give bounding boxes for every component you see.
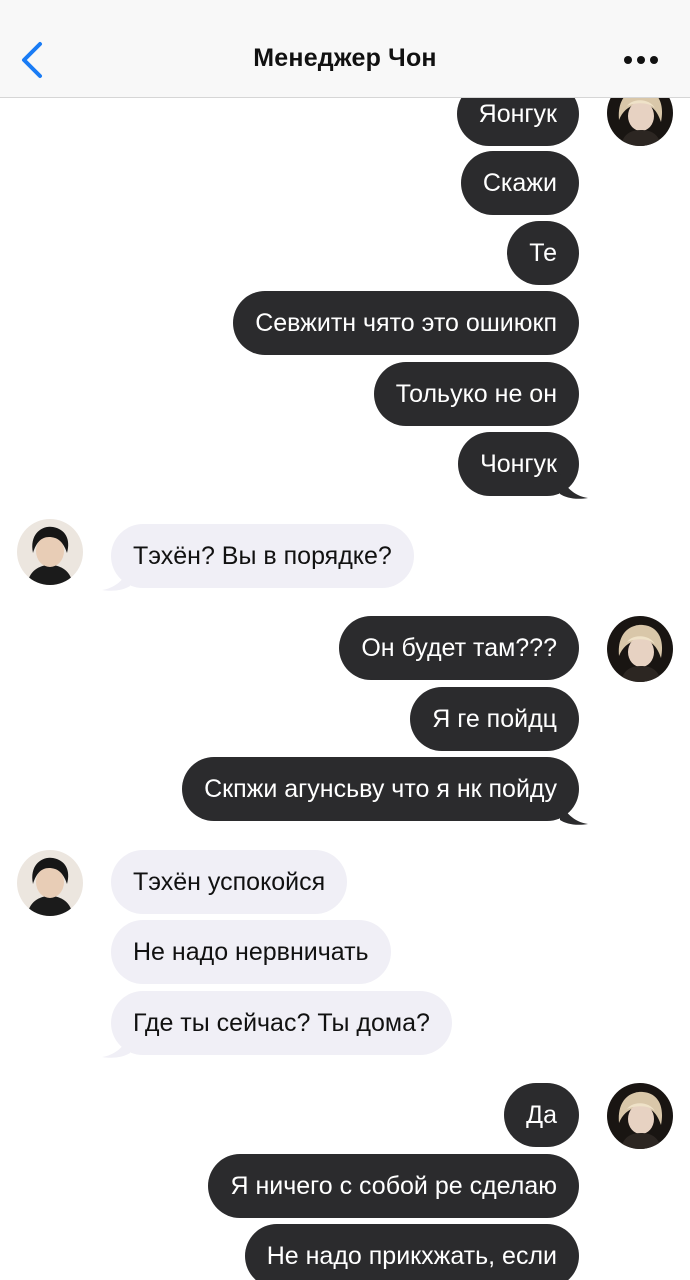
message-bubble-incoming[interactable]: Тэхён успокойся	[111, 850, 348, 914]
message-text: Да	[526, 1100, 557, 1129]
message-bubble-outgoing[interactable]: Я ге пойдц	[410, 687, 579, 751]
my-avatar[interactable]	[607, 1083, 673, 1149]
message-bubble-outgoing[interactable]: Севжитн чято это ошиюкп	[233, 291, 579, 355]
message-text: Где ты сейчас? Ты дома?	[133, 1008, 430, 1037]
message-text: Тольуко не он	[395, 379, 557, 408]
my-avatar[interactable]	[607, 98, 673, 146]
message-text: Не надо нервничать	[133, 937, 369, 966]
avatar-photo	[607, 98, 673, 146]
message-text: Те	[529, 238, 557, 267]
chat-header: Менеджер Чон	[0, 0, 690, 98]
message-bubble-outgoing[interactable]: Яонгук	[456, 98, 579, 146]
avatar-photo	[17, 519, 83, 585]
message-text: Чонгук	[480, 449, 557, 478]
message-bubble-outgoing[interactable]: Скажи	[460, 151, 579, 215]
my-avatar[interactable]	[607, 616, 673, 682]
message-bubble-outgoing[interactable]: Те	[507, 221, 579, 285]
more-options-button[interactable]	[622, 48, 662, 72]
message-bubble-outgoing[interactable]: Он будет там???	[339, 616, 579, 680]
message-bubble-outgoing[interactable]: Скпжи агунсьву что я нк пойду	[182, 757, 579, 821]
message-bubble-incoming[interactable]: Не надо нервничать	[111, 920, 391, 984]
ellipsis-icon	[624, 56, 658, 64]
avatar-photo	[607, 616, 673, 682]
bubble-tail	[560, 474, 588, 499]
message-bubble-outgoing[interactable]: Не надо прикхжать, если	[244, 1224, 579, 1280]
message-text: Яонгук	[478, 99, 557, 128]
manager-avatar[interactable]	[17, 519, 83, 585]
message-list[interactable]: Яонгук Скажи Те Севжитн чято это ошиюкп …	[0, 98, 690, 1280]
avatar-photo	[607, 1083, 673, 1149]
chat-title: Менеджер Чон	[253, 44, 437, 72]
bubble-tail	[102, 566, 130, 591]
bubble-tail	[102, 1033, 130, 1058]
avatar-photo	[17, 850, 83, 916]
message-text: Он будет там???	[361, 633, 557, 662]
message-bubble-outgoing[interactable]: Я ничего с собой ре сделаю	[208, 1154, 579, 1218]
message-text: Севжитн чято это ошиюкп	[255, 308, 557, 337]
message-text: Не надо прикхжать, если	[266, 1241, 557, 1270]
message-text: Тэхён? Вы в порядке?	[133, 541, 392, 570]
message-bubble-incoming[interactable]: Тэхён? Вы в порядке?	[111, 524, 414, 588]
message-bubble-outgoing[interactable]: Да	[504, 1083, 579, 1147]
manager-avatar[interactable]	[17, 850, 83, 916]
message-text: Скажи	[482, 168, 557, 197]
message-bubble-outgoing[interactable]: Тольуко не он	[373, 362, 579, 426]
message-text: Я ге пойдц	[432, 704, 557, 733]
message-text: Скпжи агунсьву что я нк пойду	[204, 774, 557, 803]
message-text: Я ничего с собой ре сделаю	[230, 1171, 557, 1200]
message-bubble-incoming[interactable]: Где ты сейчас? Ты дома?	[111, 991, 452, 1055]
message-text: Тэхён успокойся	[133, 867, 326, 896]
bubble-tail	[560, 800, 588, 825]
